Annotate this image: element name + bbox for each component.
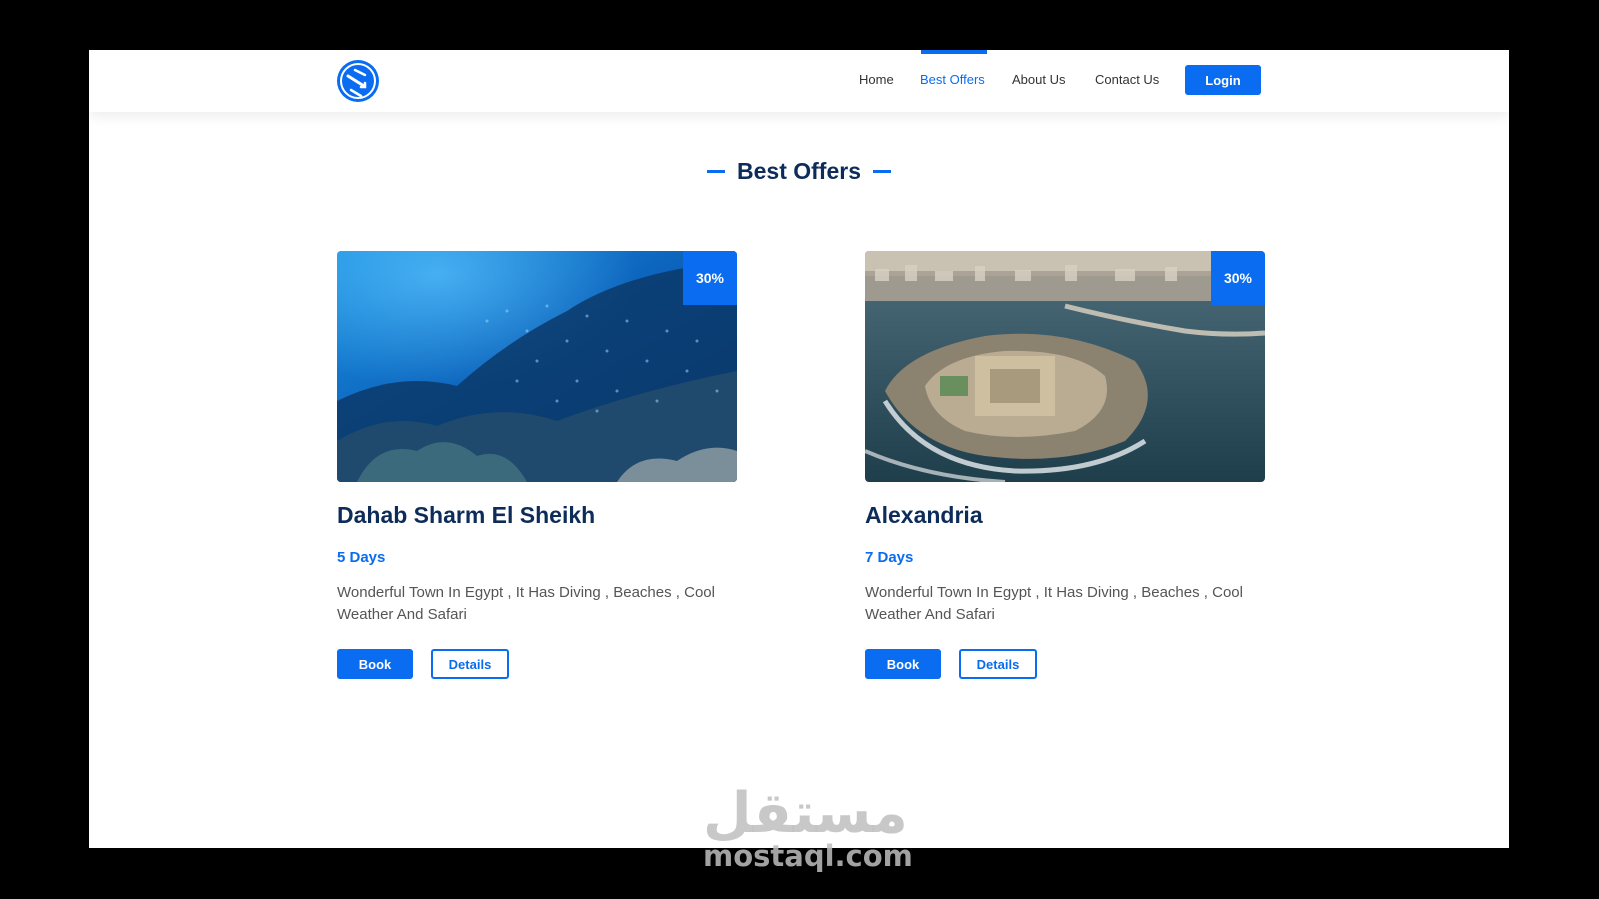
discount-badge: 30% bbox=[1211, 251, 1265, 305]
book-button[interactable]: Book bbox=[337, 649, 413, 679]
main-nav: Home Best Offers About Us Contact Us Log… bbox=[89, 50, 1509, 112]
book-button[interactable]: Book bbox=[865, 649, 941, 679]
section-heading: Best Offers bbox=[89, 158, 1509, 185]
nav-best-offers[interactable]: Best Offers bbox=[920, 72, 985, 87]
discount-badge: 30% bbox=[683, 251, 737, 305]
heading-dash-left bbox=[707, 170, 725, 174]
offer-image[interactable]: 30% bbox=[337, 251, 737, 482]
offer-card: 30% Alexandria 7 Days Wonderful Town In … bbox=[865, 251, 1265, 679]
underwater-coral-reef-photo bbox=[337, 251, 737, 482]
watermark: مستقل mostaql.com bbox=[703, 781, 913, 885]
nav-home[interactable]: Home bbox=[859, 72, 894, 87]
nav-contact-us[interactable]: Contact Us bbox=[1095, 72, 1159, 87]
section-title-text: Best Offers bbox=[737, 158, 861, 184]
watermark-latin: mostaql.com bbox=[703, 839, 913, 873]
offer-card: 30% Dahab Sharm El Sheikh 5 Days Wonderf… bbox=[337, 251, 737, 679]
offer-description: Wonderful Town In Egypt , It Has Diving … bbox=[337, 584, 715, 623]
offer-duration: 5 Days bbox=[337, 549, 386, 566]
offer-image[interactable]: 30% bbox=[865, 251, 1265, 482]
active-nav-indicator bbox=[921, 50, 987, 54]
offer-description: Wonderful Town In Egypt , It Has Diving … bbox=[865, 584, 1243, 623]
details-button[interactable]: Details bbox=[431, 649, 509, 679]
site-header: Home Best Offers About Us Contact Us Log… bbox=[89, 50, 1509, 112]
alexandria-citadel-aerial-photo bbox=[865, 251, 1265, 482]
offer-title: Dahab Sharm El Sheikh bbox=[337, 502, 596, 528]
offer-title: Alexandria bbox=[865, 502, 983, 528]
page: Home Best Offers About Us Contact Us Log… bbox=[89, 50, 1509, 848]
offer-duration: 7 Days bbox=[865, 549, 914, 566]
nav-about-us[interactable]: About Us bbox=[1012, 72, 1065, 87]
heading-dash-right bbox=[872, 170, 891, 174]
watermark-arabic: مستقل bbox=[703, 781, 908, 846]
login-button[interactable]: Login bbox=[1185, 65, 1261, 95]
details-button[interactable]: Details bbox=[959, 649, 1037, 679]
